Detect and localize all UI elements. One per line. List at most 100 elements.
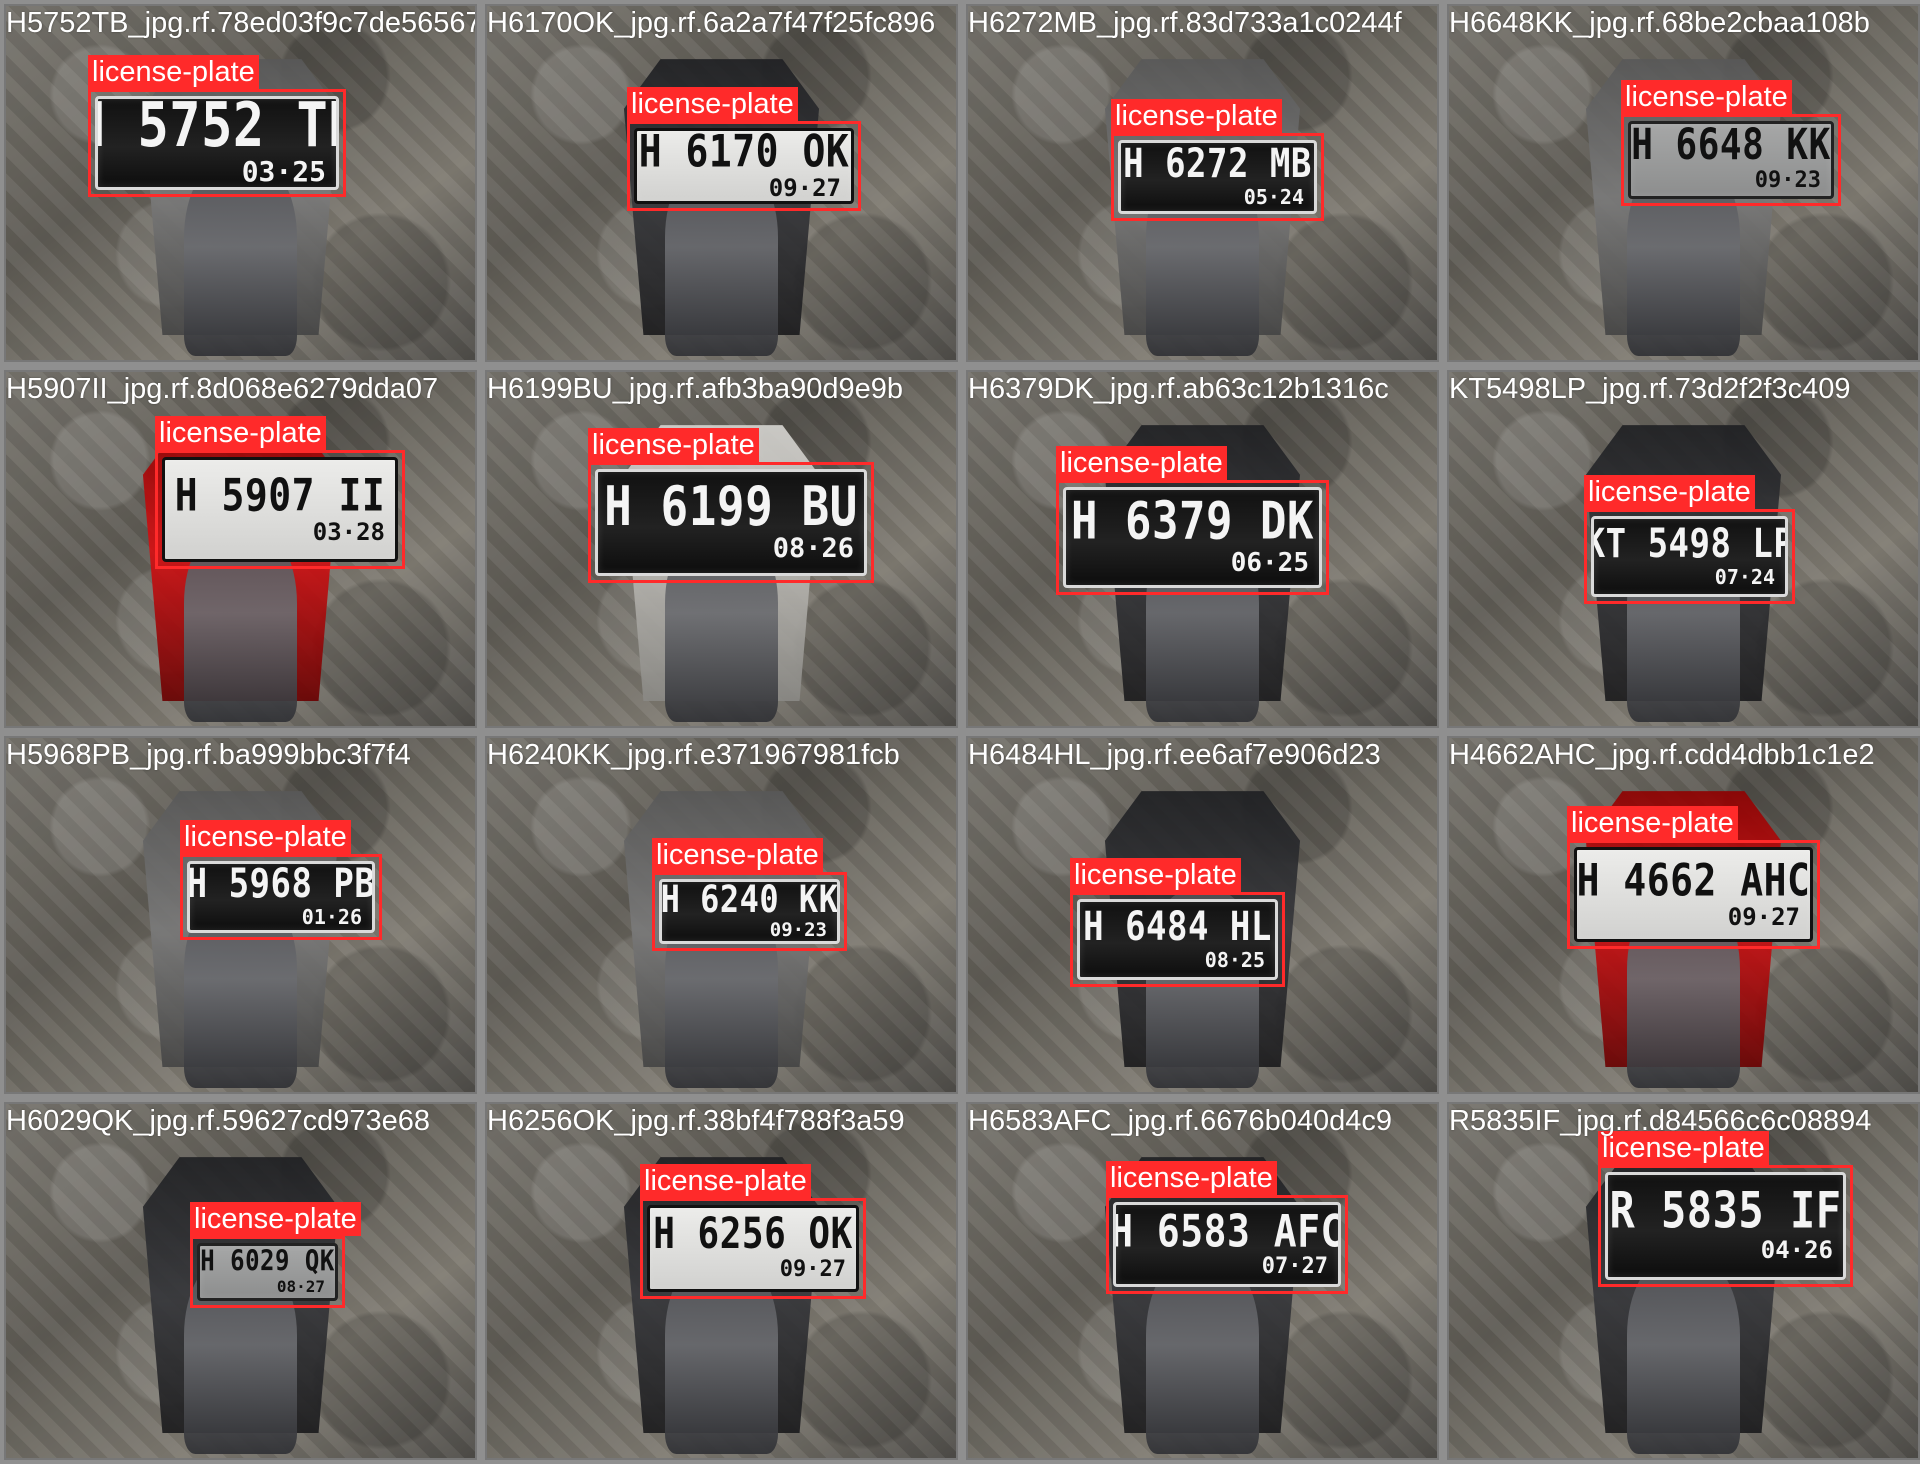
plate-number: H 6583 AFC [1113,1204,1341,1257]
detection-label: license-plate [1070,858,1241,892]
plate-date: 04·26 [1760,1236,1833,1264]
filename-label: H6170OK_jpg.rf.6a2a7f47f25fc896 [487,7,936,39]
license-plate-box: license-plate H 6240 KK 09·23 [652,838,847,951]
license-plate-box: license-plate KT 5498 LP 07·24 [1584,475,1795,604]
plate-number: H 6272 MB [1123,140,1312,188]
plate-date: 09·27 [779,1256,846,1282]
license-plate: H 6648 KK 09·23 [1628,121,1834,199]
image-tile: H6170OK_jpg.rf.6a2a7f47f25fc896 license-… [485,4,958,362]
license-plate: H 4662 AHC 09·27 [1574,847,1813,942]
detection-label: license-plate [1106,1161,1277,1195]
license-plate-box: license-plate H 6029 QK 08·27 [190,1202,361,1308]
license-plate-box: license-plate H 6583 AFC 07·27 [1106,1161,1348,1294]
filename-label: H6583AFC_jpg.rf.6676b040d4c9 [968,1105,1393,1137]
plate-date: 08·27 [276,1277,325,1296]
image-tile: H5968PB_jpg.rf.ba999bbc3f7f4 license-pla… [4,736,477,1094]
detection-label: license-plate [180,820,351,854]
plate-number: KT 5498 LP [1591,519,1788,568]
license-plate-box: license-plate H 6379 DK 06·25 [1056,446,1329,595]
filename-label: H5968PB_jpg.rf.ba999bbc3f7f4 [6,739,411,771]
image-tile: KT5498LP_jpg.rf.73d2f2f3c409 license-pla… [1447,370,1920,728]
license-plate: H 6272 MB 05·24 [1118,140,1317,214]
plate-date: 09·23 [769,919,827,941]
filename-label: H6240KK_jpg.rf.e371967981fcb [487,739,900,771]
plate-date: 08·25 [1204,947,1265,972]
license-plate-box: license-plate H 5907 II 03·28 [155,416,405,569]
plate-date: 03·28 [312,517,385,546]
plate-number: H 5968 PB [187,861,375,908]
detection-label: license-plate [627,87,798,121]
plate-date: 05·24 [1243,185,1304,209]
plate-date: 03·25 [241,155,326,188]
plate-number: H 4662 AHC [1576,853,1811,906]
license-plate-box: license-plate R 5835 IF 04·26 [1598,1131,1853,1287]
plate-number: H 6256 OK [653,1209,853,1259]
plate-number: H 6484 HL [1083,902,1272,951]
detection-label: license-plate [640,1164,811,1198]
license-plate: R 5835 IF 04·26 [1605,1172,1846,1280]
image-tile: H5907II_jpg.rf.8d068e6279dda07 license-p… [4,370,477,728]
detection-label: license-plate [1567,806,1738,840]
plate-date: 09·27 [768,174,841,202]
plate-date: 07·24 [1714,564,1775,589]
filename-label: H4662AHC_jpg.rf.cdd4dbb1c1e2 [1449,739,1875,771]
detection-label: license-plate [1584,475,1755,509]
filename-label: H6484HL_jpg.rf.ee6af7e906d23 [968,739,1381,771]
detection-label: license-plate [1111,99,1282,133]
license-plate: H 6256 OK 09·27 [647,1205,859,1292]
image-tile: H4662AHC_jpg.rf.cdd4dbb1c1e2 license-pla… [1447,736,1920,1094]
plate-number: H 6379 DK [1071,490,1314,551]
image-tile: H6272MB_jpg.rf.83d733a1c0244f license-pl… [966,4,1439,362]
filename-label: H5907II_jpg.rf.8d068e6279dda07 [6,373,439,405]
plate-date: 09·27 [1727,902,1800,931]
license-plate-box: license-plate H 6272 MB 05·24 [1111,99,1324,221]
image-tile: H6240KK_jpg.rf.e371967981fcb license-pla… [485,736,958,1094]
plate-date: 07·27 [1261,1253,1328,1279]
image-tile: H6256OK_jpg.rf.38bf4f788f3a59 license-pl… [485,1102,958,1460]
plate-date: 01·26 [301,905,362,929]
detection-label: license-plate [1056,446,1227,480]
plate-number: H 5907 II [174,468,386,521]
license-plate: H 6029 QK 08·27 [197,1243,338,1301]
license-plate: H 5907 II 03·28 [162,457,398,562]
license-plate: KT 5498 LP 07·24 [1591,516,1788,597]
image-tile: H6484HL_jpg.rf.ee6af7e906d23 license-pla… [966,736,1439,1094]
detection-label: license-plate [190,1202,361,1236]
plate-number: H 6199 BU [604,474,858,538]
license-plate-box: license-plate H 6256 OK 09·27 [640,1164,866,1299]
plate-number: H 6648 KK [1631,121,1831,170]
license-plate: H 6379 DK 06·25 [1063,487,1322,588]
image-tile: H5752TB_jpg.rf.78ed03f9c7de5656778a019bj… [4,4,477,362]
plate-number: R 5835 IF [1609,1181,1842,1240]
detection-label: license-plate [652,838,823,872]
image-tile: H6583AFC_jpg.rf.6676b040d4c9 license-pla… [966,1102,1439,1460]
license-plate-box: license-plate H 5752 TB 03·25 [88,55,346,197]
license-plate-box: license-plate H 6648 KK 09·23 [1621,80,1841,206]
plate-date: 09·23 [1754,168,1821,193]
filename-label: H6199BU_jpg.rf.afb3ba90d9e9b [487,373,903,405]
detection-label: license-plate [588,428,759,462]
license-plate: H 6170 OK 09·27 [634,128,854,204]
filename-label: H6256OK_jpg.rf.38bf4f788f3a59 [487,1105,905,1137]
license-plate: H 6583 AFC 07·27 [1113,1202,1341,1287]
plate-number: H 6240 KK [660,879,839,922]
image-tile: H6379DK_jpg.rf.ab63c12b1316c license-pla… [966,370,1439,728]
image-tile: H6648KK_jpg.rf.68be2cbaa108b license-pla… [1447,4,1920,362]
license-plate: H 6484 HL 08·25 [1077,899,1278,980]
license-plate-box: license-plate H 6199 BU 08·26 [588,428,874,583]
license-plate-box: license-plate H 4662 AHC 09·27 [1567,806,1820,949]
image-tile: H6029QK_jpg.rf.59627cd973e68 license-pla… [4,1102,477,1460]
license-plate: H 5968 PB 01·26 [187,861,375,933]
plate-number: H 5752 TB [98,96,336,162]
plate-date: 06·25 [1230,547,1309,578]
detection-label: license-plate [155,416,326,450]
filename-label: H5752TB_jpg.rf.78ed03f9c7de5656778a019bj… [6,7,475,39]
image-tile: H6199BU_jpg.rf.afb3ba90d9e9b license-pla… [485,370,958,728]
plate-date: 08·26 [772,533,854,564]
detection-label: license-plate [1598,1131,1769,1165]
license-plate-box: license-plate H 5968 PB 01·26 [180,820,382,940]
image-tile: R5835IF_jpg.rf.d84566c6c08894 license-pl… [1447,1102,1920,1460]
filename-label: H6379DK_jpg.rf.ab63c12b1316c [968,373,1389,405]
license-plate: H 6199 BU 08·26 [595,469,867,576]
filename-label: H6029QK_jpg.rf.59627cd973e68 [6,1105,431,1137]
